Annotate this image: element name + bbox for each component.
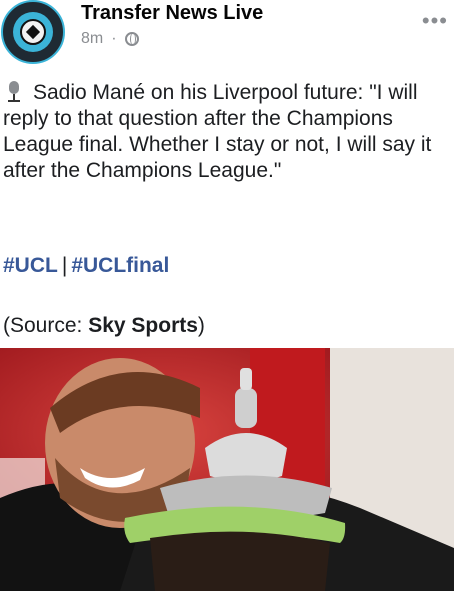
- post-text: Sadio Mané on his Liverpool future: "I w…: [3, 81, 432, 182]
- post-time[interactable]: 8m: [81, 30, 103, 48]
- globe-icon: [124, 32, 139, 46]
- source-line: (Source: Sky Sports): [3, 314, 205, 338]
- source-prefix: (Source:: [3, 314, 89, 337]
- football-icon: [20, 19, 46, 45]
- microphone-icon: [3, 81, 29, 102]
- hashtag-ucl[interactable]: #UCL: [3, 254, 58, 277]
- post-header: Transfer News Live 8m · •••: [0, 0, 454, 66]
- source-suffix: ): [197, 314, 205, 337]
- post-body: Sadio Mané on his Liverpool future: "I w…: [3, 80, 451, 184]
- hashtag-separator: |: [61, 254, 68, 277]
- page-name[interactable]: Transfer News Live: [81, 2, 263, 25]
- page-avatar[interactable]: [1, 0, 65, 64]
- meta-separator: ·: [111, 30, 117, 47]
- post-photo[interactable]: [0, 348, 454, 591]
- more-icon[interactable]: •••: [422, 10, 448, 32]
- post-meta: 8m ·: [81, 30, 139, 48]
- trophy-photo: [0, 348, 454, 591]
- source-name: Sky Sports: [88, 314, 198, 337]
- hashtag-uclfinal[interactable]: #UCLfinal: [71, 254, 169, 277]
- hashtags: #UCL | #UCLfinal: [3, 254, 169, 278]
